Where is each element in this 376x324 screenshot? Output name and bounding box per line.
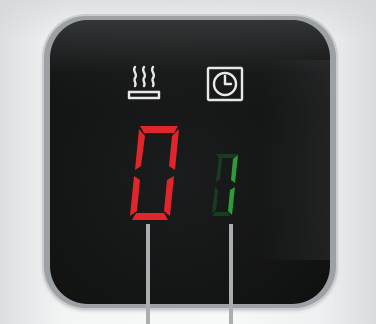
primary-digit-display: 0 — [130, 126, 179, 220]
panel-side-glare — [260, 60, 330, 260]
appliance-housing: 0 1 — [0, 0, 376, 324]
heat-icon[interactable] — [126, 64, 162, 104]
secondary-digit-display: 1 — [212, 154, 238, 216]
right-pointer-line — [229, 224, 233, 324]
display-panel — [50, 20, 330, 304]
clock-icon[interactable] — [206, 66, 244, 102]
left-pointer-line — [146, 224, 150, 324]
